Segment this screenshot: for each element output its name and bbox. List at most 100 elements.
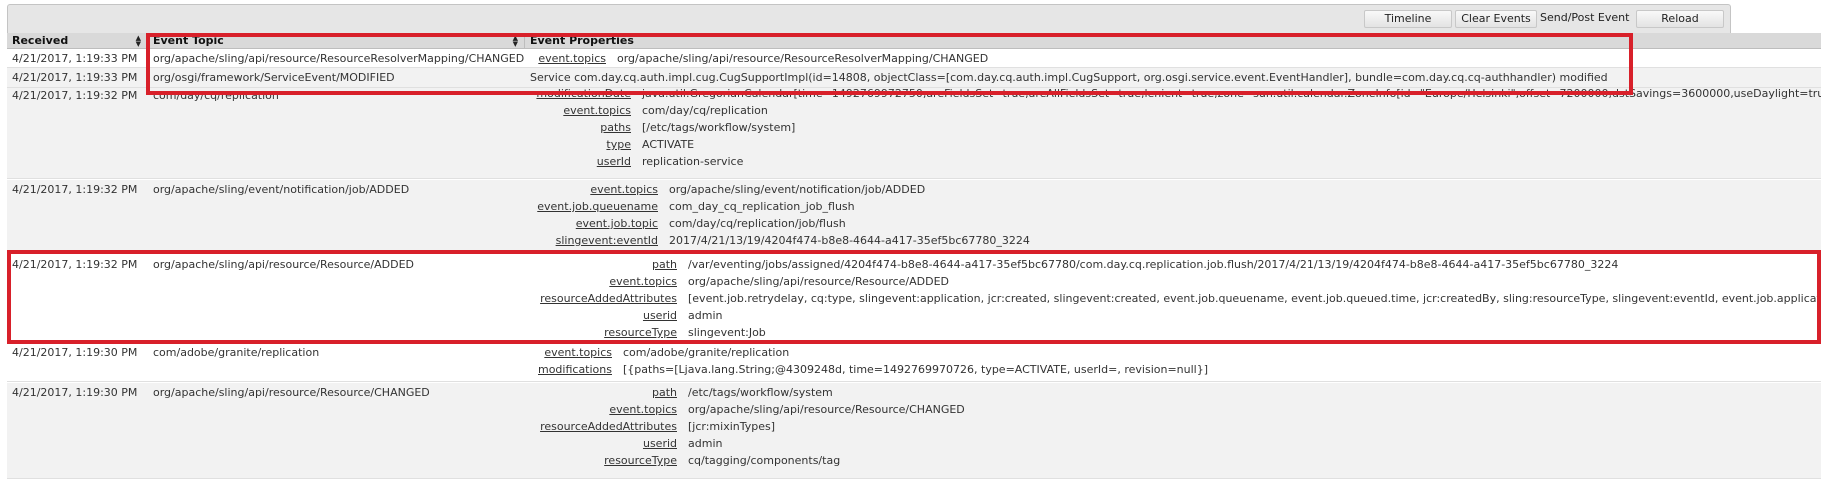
property-row: resourceType cq/tagging/components/tag bbox=[530, 452, 1821, 469]
property-key: event.topics bbox=[609, 403, 677, 416]
column-header-event-topic[interactable]: Event Topic ▲ ▼ bbox=[148, 33, 525, 48]
send-post-event-button[interactable]: Send/Post Event bbox=[1540, 10, 1632, 26]
property-row: resourceAddedAttributes [jcr:mixinTypes] bbox=[530, 418, 1821, 435]
event-properties: path/etc/tags/workflow/system event.topi… bbox=[530, 384, 1821, 469]
table-row[interactable]: 4/21/2017, 1:19:33 PM org/osgi/framework… bbox=[7, 68, 1821, 88]
property-value: /etc/tags/workflow/system bbox=[688, 386, 833, 399]
topic-cell: com/day/cq/replication bbox=[153, 89, 279, 102]
property-key: userId bbox=[596, 155, 631, 168]
property-key: paths bbox=[600, 121, 631, 134]
event-properties: path/var/eventing/jobs/assigned/4204f474… bbox=[530, 256, 1821, 341]
column-header-received[interactable]: Received ▲ ▼ bbox=[7, 33, 148, 48]
property-value: java.util.GregorianCalendar[time=1492769… bbox=[642, 88, 1821, 100]
received-cell: 4/21/2017, 1:19:33 PM bbox=[12, 71, 138, 84]
column-header-label: Event Topic bbox=[153, 34, 224, 47]
property-row: userId replication-service bbox=[530, 153, 1821, 170]
property-row: event.topics org/apache/sling/api/resourc… bbox=[530, 50, 1821, 67]
property-value: /var/eventing/jobs/assigned/4204f474-b8e… bbox=[688, 258, 1619, 271]
property-value: cq/tagging/components/tag bbox=[688, 454, 841, 467]
column-header-label: Event Properties bbox=[530, 34, 634, 47]
received-cell: 4/21/2017, 1:19:32 PM bbox=[12, 89, 138, 102]
property-value: slingevent:Job bbox=[688, 326, 766, 339]
property-key: slingevent:eventId bbox=[555, 234, 658, 247]
property-value: admin bbox=[688, 437, 723, 450]
property-key: event.topics bbox=[538, 52, 606, 65]
property-key: userid bbox=[642, 437, 677, 450]
property-row: path/etc/tags/workflow/system bbox=[530, 384, 1821, 401]
property-key: path bbox=[651, 386, 677, 399]
received-cell: 4/21/2017, 1:19:30 PM bbox=[12, 346, 138, 359]
received-cell: 4/21/2017, 1:19:30 PM bbox=[12, 386, 138, 399]
topic-cell: org/apache/sling/api/resource/ResourceRe… bbox=[153, 52, 525, 65]
property-row: userid admin bbox=[530, 435, 1821, 452]
table-row[interactable]: 4/21/2017, 1:19:32 PM org/apache/sling/a… bbox=[7, 253, 1821, 342]
column-header-event-properties: Event Properties bbox=[525, 33, 1821, 48]
property-row: paths [/etc/tags/workflow/system] bbox=[530, 119, 1821, 136]
property-key: event.topics bbox=[544, 346, 612, 359]
property-row: modifications [{paths=[Ljava.lang.String;… bbox=[530, 361, 1821, 378]
table-row[interactable]: 4/21/2017, 1:19:30 PM org/apache/sling/a… bbox=[7, 383, 1821, 479]
table-row[interactable]: 4/21/2017, 1:19:30 PM com/adobe/granite/… bbox=[7, 343, 1821, 382]
property-key: resourceType bbox=[604, 326, 677, 339]
property-value: com/day/cq/replication/job/flush bbox=[669, 217, 846, 230]
clear-events-button[interactable]: Clear Events bbox=[1455, 10, 1537, 28]
property-row: event.job.queuename com_day_cq_replicatio… bbox=[530, 198, 1821, 215]
property-row: modificationDate java.util.GregorianCalen… bbox=[530, 88, 1821, 102]
property-row: event.job.topic com/day/cq/replication/jo… bbox=[530, 215, 1821, 232]
reload-button[interactable]: Reload bbox=[1636, 10, 1724, 28]
property-row: event.topics org/apache/sling/event/notif… bbox=[530, 181, 1821, 198]
property-key: modificationDate bbox=[536, 88, 631, 100]
property-row: event.topics org/apache/sling/api/resourc… bbox=[530, 401, 1821, 418]
property-value: [/etc/tags/workflow/system] bbox=[642, 121, 796, 134]
property-row: path/var/eventing/jobs/assigned/4204f474… bbox=[530, 256, 1821, 273]
property-value: org/apache/sling/api/resource/ResourceRe… bbox=[617, 52, 989, 65]
topic-cell: com/adobe/granite/replication bbox=[153, 346, 320, 359]
property-key: event.topics bbox=[609, 275, 677, 288]
property-row: event.topics com/day/cq/replication bbox=[530, 102, 1821, 119]
property-row: type ACTIVATE bbox=[530, 136, 1821, 153]
property-row: userid admin bbox=[530, 307, 1821, 324]
property-value: org/apache/sling/event/notification/job/… bbox=[669, 183, 926, 196]
property-value: replication-service bbox=[642, 155, 744, 168]
property-value: [event.job.retrydelay, cq:type, slingeve… bbox=[688, 292, 1821, 305]
sort-arrows-icon[interactable]: ▲ ▼ bbox=[136, 35, 141, 48]
table-row[interactable]: 4/21/2017, 1:19:32 PM org/apache/sling/e… bbox=[7, 180, 1821, 252]
property-key: event.job.topic bbox=[575, 217, 658, 230]
property-key: event.topics bbox=[563, 104, 631, 117]
table-row[interactable]: 4/21/2017, 1:19:32 PM com/day/cq/replica… bbox=[7, 88, 1821, 179]
property-value: 2017/4/21/13/19/4204f474-b8e8-4644-a417-… bbox=[669, 234, 1030, 247]
property-key: event.job.queuename bbox=[537, 200, 658, 213]
topic-cell: org/apache/sling/event/notification/job/… bbox=[153, 183, 410, 196]
property-value: [{paths=[Ljava.lang.String;@4309248d, ti… bbox=[623, 363, 1209, 376]
property-row: resourceAddedAttributes [event.job.retryd… bbox=[530, 290, 1821, 307]
topic-cell: org/apache/sling/api/resource/Resource/C… bbox=[153, 386, 430, 399]
property-key: userid bbox=[642, 309, 677, 322]
property-value: com_day_cq_replication_job_flush bbox=[669, 200, 855, 213]
received-cell: 4/21/2017, 1:19:32 PM bbox=[12, 183, 138, 196]
property-key: resourceType bbox=[604, 454, 677, 467]
property-value: com/adobe/granite/replication bbox=[623, 346, 790, 359]
property-key: modifications bbox=[537, 363, 612, 376]
event-properties-text: Service com.day.cq.auth.impl.cug.CugSupp… bbox=[530, 71, 1608, 84]
property-value: org/apache/sling/api/resource/Resource/C… bbox=[688, 403, 965, 416]
property-key: resourceAddedAttributes bbox=[540, 292, 677, 305]
event-properties: event.topics org/apache/sling/event/notif… bbox=[530, 181, 1821, 249]
received-cell: 4/21/2017, 1:19:32 PM bbox=[12, 258, 138, 271]
column-header-label: Received bbox=[12, 34, 69, 47]
property-key: path bbox=[651, 258, 677, 271]
property-value: com/day/cq/replication bbox=[642, 104, 768, 117]
property-key: resourceAddedAttributes bbox=[540, 420, 677, 433]
table-row[interactable]: 4/21/2017, 1:19:33 PM org/apache/sling/a… bbox=[7, 49, 1821, 68]
property-value: [jcr:mixinTypes] bbox=[688, 420, 776, 433]
property-value: admin bbox=[688, 309, 723, 322]
property-value: org/apache/sling/api/resource/Resource/A… bbox=[688, 275, 950, 288]
received-cell: 4/21/2017, 1:19:33 PM bbox=[12, 52, 138, 65]
property-row: slingevent:eventId 2017/4/21/13/19/4204f4… bbox=[530, 232, 1821, 249]
topic-cell: org/osgi/framework/ServiceEvent/MODIFIED bbox=[153, 71, 395, 84]
event-properties: event.topics org/apache/sling/api/resourc… bbox=[530, 50, 1821, 67]
timeline-button[interactable]: Timeline bbox=[1364, 10, 1452, 28]
sort-arrows-icon[interactable]: ▲ ▼ bbox=[513, 35, 518, 48]
topic-cell: org/apache/sling/api/resource/Resource/A… bbox=[153, 258, 415, 271]
property-key: event.topics bbox=[590, 183, 658, 196]
event-properties: event.topics com/adobe/granite/replicatio… bbox=[530, 344, 1821, 378]
